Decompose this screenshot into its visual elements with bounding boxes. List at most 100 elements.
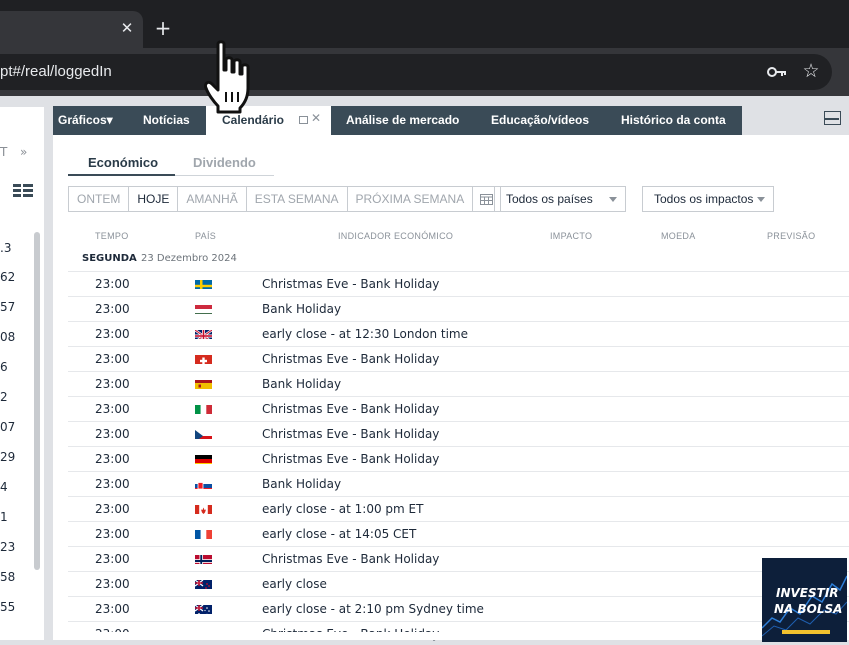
key-icon[interactable] xyxy=(766,62,788,82)
table-row[interactable]: 23:00 early close - at 12:30 London time xyxy=(68,321,849,346)
panel-layout-icon[interactable] xyxy=(824,111,841,125)
table-row[interactable]: 23:00 early close - at 2:10 pm Sydney tim… xyxy=(68,596,849,621)
event-name[interactable]: early close - at 2:10 pm Sydney time xyxy=(262,602,484,616)
event-time: 23:00 xyxy=(95,477,130,491)
country-flag-icon xyxy=(195,502,212,514)
event-name[interactable]: Christmas Eve - Bank Holiday xyxy=(262,552,439,566)
event-name[interactable]: Christmas Eve - Bank Holiday xyxy=(262,352,439,366)
left-panel-value[interactable]: 55 xyxy=(0,600,15,614)
event-time: 23:00 xyxy=(95,277,130,291)
left-panel-header: T xyxy=(0,145,8,159)
minimize-icon[interactable] xyxy=(299,116,308,124)
logo-accent-bar xyxy=(782,630,830,634)
left-panel-value[interactable]: 1 xyxy=(0,510,8,524)
left-panel-value[interactable]: 58 xyxy=(0,570,15,584)
table-row[interactable]: 23:00 Christmas Eve - Bank Holiday xyxy=(68,271,849,296)
event-time: 23:00 xyxy=(95,402,130,416)
bookmark-star-icon[interactable]: ☆ xyxy=(800,60,822,82)
column-header-moeda[interactable]: MOEDA xyxy=(661,231,696,241)
country-flag-icon xyxy=(195,552,212,564)
table-row[interactable]: 23:00 early close - at 1:00 pm ET xyxy=(68,496,849,521)
collapse-panel-icon[interactable]: » xyxy=(20,145,27,159)
column-header-impacto[interactable]: IMPACTO xyxy=(550,231,592,241)
filter-amanha-button[interactable]: AMANHÃ xyxy=(178,187,247,211)
country-flag-icon xyxy=(195,352,212,364)
omnibox[interactable] xyxy=(0,54,832,90)
tab-close-icon[interactable]: ✕ xyxy=(118,18,136,38)
table-row[interactable]: 23:00 Christmas Eve - Bank Holiday xyxy=(68,421,849,446)
impacts-select[interactable]: Todos os impactos xyxy=(642,186,774,212)
country-flag-icon xyxy=(195,527,212,539)
subtab-economico[interactable]: Económico xyxy=(88,155,158,170)
event-name[interactable]: Christmas Eve - Bank Holiday xyxy=(262,277,439,291)
left-panel-value[interactable]: 62 xyxy=(0,270,15,284)
table-row[interactable]: 23:00 Bank Holiday xyxy=(68,296,849,321)
filter-hoje-button[interactable]: HOJE xyxy=(129,187,179,211)
nav-graficos[interactable]: Gráficos▾ xyxy=(58,106,113,135)
event-time: 23:00 xyxy=(95,552,130,566)
filter-ontem-button[interactable]: ONTEM xyxy=(69,187,130,211)
event-time: 23:00 xyxy=(95,352,130,366)
event-name[interactable]: Bank Holiday xyxy=(262,477,341,491)
date-filter-group: ONTEM HOJE AMANHÃ ESTA SEMANA PRÓXIMA SE… xyxy=(68,186,502,212)
table-row[interactable]: 23:00 Christmas Eve - Bank Holiday xyxy=(68,446,849,471)
event-name[interactable]: early close - at 14:05 CET xyxy=(262,527,416,541)
left-panel-value[interactable]: 57 xyxy=(0,300,15,314)
left-panel-value[interactable]: 6 xyxy=(0,360,8,374)
left-panel-value[interactable]: 07 xyxy=(0,420,15,434)
nav-analise[interactable]: Análise de mercado xyxy=(346,106,459,135)
countries-select-value: Todos os países xyxy=(506,192,593,206)
left-panel-value[interactable]: 2 xyxy=(0,390,8,404)
event-name[interactable]: Bank Holiday xyxy=(262,377,341,391)
column-header-pais[interactable]: PAÍS xyxy=(195,231,216,241)
event-name[interactable]: Christmas Eve - Bank Holiday xyxy=(262,427,439,441)
grid-view-icon[interactable] xyxy=(13,184,33,198)
chevron-down-icon xyxy=(757,197,765,202)
column-header-tempo[interactable]: TEMPO xyxy=(95,231,129,241)
table-row[interactable]: 23:00 Bank Holiday xyxy=(68,371,849,396)
nav-noticias[interactable]: Notícias xyxy=(143,106,190,135)
nav-educacao[interactable]: Educação/vídeos xyxy=(491,106,589,135)
event-name[interactable]: early close - at 12:30 London time xyxy=(262,327,468,341)
country-flag-icon xyxy=(195,277,212,289)
country-flag-icon xyxy=(195,377,212,389)
new-tab-icon[interactable]: + xyxy=(153,17,173,39)
left-panel-value[interactable]: .3 xyxy=(0,241,11,255)
table-row[interactable]: 23:00 early close xyxy=(68,571,849,596)
nav-historico[interactable]: Histórico da conta xyxy=(621,106,726,135)
event-name[interactable]: Christmas Eve - Bank Holiday xyxy=(262,402,439,416)
table-row[interactable]: 23:00 Christmas Eve - Bank Holiday xyxy=(68,546,849,571)
left-panel-value[interactable]: 29 xyxy=(0,450,15,464)
left-panel-value[interactable]: 23 xyxy=(0,540,15,554)
table-row[interactable]: 23:00 Christmas Eve - Bank Holiday xyxy=(68,396,849,421)
event-name[interactable]: Christmas Eve - Bank Holiday xyxy=(262,452,439,466)
day-header-date: 23 Dezembro 2024 xyxy=(141,253,237,264)
country-flag-icon xyxy=(195,602,212,614)
country-flag-icon xyxy=(195,402,212,414)
table-row[interactable]: 23:00 early close - at 14:05 CET xyxy=(68,521,849,546)
column-header-previsao[interactable]: PREVISÃO xyxy=(767,231,815,241)
event-name[interactable]: early close xyxy=(262,577,327,591)
close-icon[interactable]: ✕ xyxy=(311,111,321,125)
event-time: 23:00 xyxy=(95,602,130,616)
event-name[interactable]: early close - at 1:00 pm ET xyxy=(262,502,423,516)
table-row[interactable]: 23:00 Bank Holiday xyxy=(68,471,849,496)
left-panel-value[interactable]: 4 xyxy=(0,480,8,494)
event-name[interactable]: Bank Holiday xyxy=(262,302,341,316)
subtab-active-indicator xyxy=(68,174,175,176)
country-flag-icon xyxy=(195,427,212,439)
left-panel-scrollbar[interactable] xyxy=(34,232,40,570)
url-text[interactable]: pt#/real/loggedIn xyxy=(0,63,112,80)
left-panel-value[interactable]: 08 xyxy=(0,330,15,344)
event-time: 23:00 xyxy=(95,577,130,591)
table-row[interactable]: 23:00 Christmas Eve - Bank Holiday xyxy=(68,346,849,371)
column-header-indicador[interactable]: INDICADOR ECONÓMICO xyxy=(338,231,453,241)
hand-pointer-cursor-icon xyxy=(204,40,250,114)
filter-esta-semana-button[interactable]: ESTA SEMANA xyxy=(247,187,348,211)
chevron-down-icon xyxy=(609,197,617,202)
country-flag-icon xyxy=(195,302,212,314)
countries-select[interactable]: Todos os países xyxy=(494,186,626,212)
filter-proxima-semana-button[interactable]: PRÓXIMA SEMANA xyxy=(348,187,474,211)
event-time: 23:00 xyxy=(95,427,130,441)
subtab-dividendo[interactable]: Dividendo xyxy=(193,155,256,170)
